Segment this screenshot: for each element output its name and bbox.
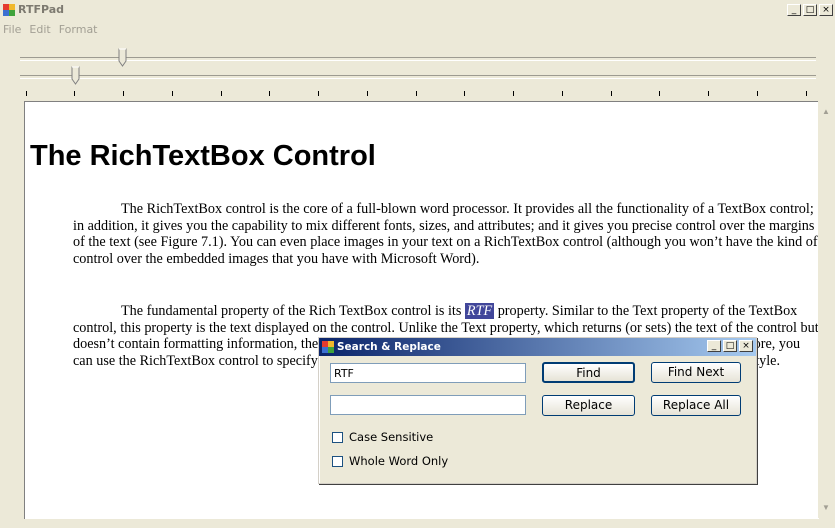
slider-thumb[interactable] [118, 48, 128, 67]
menu-bar: File Edit Format [0, 20, 103, 38]
document-heading: The RichTextBox Control [30, 140, 376, 172]
main-title-bar[interactable]: RTFPad _ □ × [0, 0, 835, 20]
replace-button[interactable]: Replace [542, 395, 635, 416]
app-icon [3, 4, 15, 16]
minimize-button[interactable]: _ [787, 4, 801, 16]
slider-thumb[interactable] [71, 66, 81, 85]
dialog-title-bar[interactable]: Search & Replace _ □ × [319, 338, 756, 356]
replace-input[interactable] [330, 395, 526, 415]
menu-format[interactable]: Format [56, 20, 103, 38]
document-paragraph-1: The RichTextBox control is the core of a… [73, 201, 818, 267]
paragraph-text: The fundamental property of the Rich Tex… [121, 303, 465, 319]
checkbox-box[interactable] [332, 431, 343, 443]
scroll-up-icon[interactable]: ▲ [822, 107, 830, 116]
replace-all-button[interactable]: Replace All [651, 395, 741, 416]
whole-word-checkbox[interactable]: Whole Word Only [332, 454, 448, 468]
dialog-close-button[interactable]: × [739, 340, 753, 352]
dialog-title: Search & Replace [337, 341, 441, 353]
search-highlight: RTF [464, 303, 495, 319]
close-button[interactable]: × [819, 4, 833, 16]
slider-track [20, 75, 816, 79]
maximize-button[interactable]: □ [803, 4, 817, 16]
scroll-down-icon[interactable]: ▼ [822, 503, 830, 512]
menu-file[interactable]: File [0, 20, 26, 38]
window-title: RTFPad [18, 3, 65, 16]
find-next-button[interactable]: Find Next [651, 362, 741, 383]
dialog-maximize-button[interactable]: □ [723, 340, 737, 352]
case-sensitive-checkbox[interactable]: Case Sensitive [332, 430, 433, 444]
ruler-ticks [26, 91, 816, 97]
vertical-scrollbar[interactable]: ▲ ▼ [818, 101, 835, 518]
dialog-minimize-button[interactable]: _ [707, 340, 721, 352]
checkbox-label: Case Sensitive [349, 430, 434, 444]
dialog-app-icon [322, 341, 334, 353]
first-indent-slider[interactable] [20, 48, 816, 68]
find-button[interactable]: Find [542, 362, 635, 383]
checkbox-box[interactable] [332, 455, 343, 467]
hanging-indent-slider[interactable] [20, 66, 816, 86]
search-replace-dialog: Search & Replace _ □ × RTF Find Find Nex… [318, 337, 757, 484]
menu-edit[interactable]: Edit [26, 20, 55, 38]
search-input[interactable]: RTF [330, 363, 526, 383]
slider-track [20, 57, 816, 61]
checkbox-label: Whole Word Only [349, 454, 449, 468]
